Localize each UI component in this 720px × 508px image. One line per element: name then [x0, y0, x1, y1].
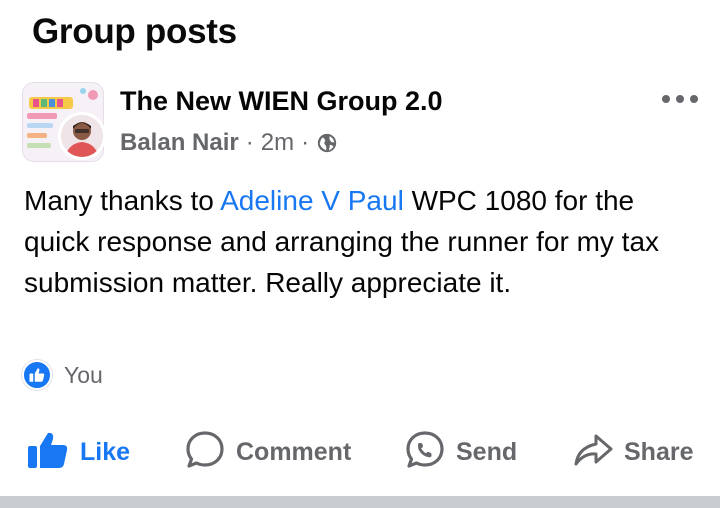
- author-name[interactable]: Balan Nair: [120, 129, 239, 157]
- feed-divider: [0, 496, 720, 508]
- send-label: Send: [456, 437, 518, 466]
- globe-icon[interactable]: [316, 132, 338, 154]
- action-bar: Like Comment Send Share: [0, 424, 720, 480]
- post-time[interactable]: 2m: [261, 129, 294, 157]
- more-dots-icon-dot: [676, 95, 684, 103]
- reactions-summary[interactable]: You: [22, 360, 103, 390]
- meta-separator: ·: [245, 129, 254, 156]
- author-avatar[interactable]: [58, 112, 106, 160]
- post-header: The New WIEN Group 2.0 Balan Nair · 2m ·: [22, 82, 702, 162]
- like-button[interactable]: Like: [26, 424, 130, 480]
- more-options-button[interactable]: [662, 92, 698, 106]
- messenger-icon: [404, 429, 446, 476]
- reactors-text: You: [64, 361, 103, 388]
- post-text: Many thanks to: [24, 185, 221, 216]
- more-dots-icon: [662, 95, 670, 103]
- post-body: Many thanks to Adeline V Paul WPC 1080 f…: [24, 180, 694, 303]
- comment-bubble-icon: [184, 429, 226, 476]
- like-label: Like: [80, 437, 131, 466]
- thumbs-up-icon: [26, 430, 70, 475]
- comment-button[interactable]: Comment: [184, 424, 351, 480]
- comment-label: Comment: [236, 437, 352, 466]
- meta-separator: ·: [301, 129, 310, 156]
- like-reaction-icon: [22, 360, 52, 390]
- share-label: Share: [624, 437, 694, 466]
- group-name[interactable]: The New WIEN Group 2.0: [120, 86, 443, 117]
- post-meta: Balan Nair · 2m ·: [120, 129, 338, 157]
- mention-link[interactable]: Adeline V Paul: [220, 185, 404, 216]
- section-title: Group posts: [32, 12, 237, 51]
- more-dots-icon-dot: [690, 95, 698, 103]
- author-avatar-image: [61, 115, 103, 157]
- share-arrow-icon: [572, 430, 614, 475]
- send-button[interactable]: Send: [404, 424, 517, 480]
- share-button[interactable]: Share: [572, 424, 693, 480]
